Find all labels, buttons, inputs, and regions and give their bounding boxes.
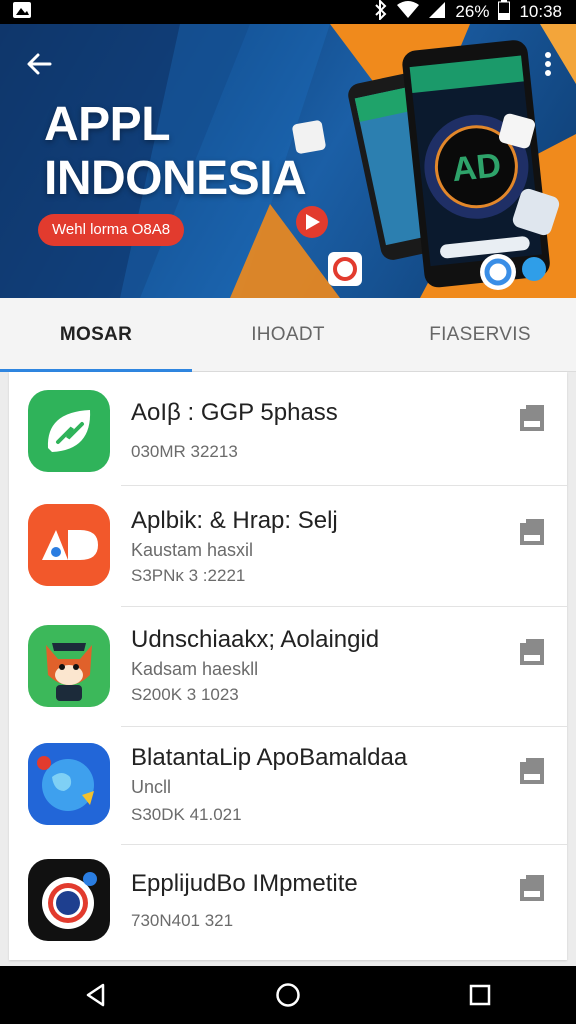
app-meta: 030MR 32213 [131, 442, 238, 461]
hero-title: APPL INDONESIA [44, 98, 307, 206]
more-options-button[interactable] [536, 48, 560, 80]
more-vert-icon [545, 52, 551, 76]
bluetooth-icon [374, 0, 388, 25]
status-bar: 26% 10:38 [0, 0, 576, 24]
battery-percent: 26% [455, 2, 490, 21]
tab-mosar[interactable]: MOSAR [0, 298, 192, 372]
app-subtitle: Kadsam haeskll [131, 659, 259, 679]
gallery-icon [12, 1, 32, 24]
list-item[interactable]: Udnschiaakx; Aolaingid Kadsam haeskll S2… [9, 607, 567, 726]
ad-logo-icon [28, 504, 110, 586]
bookmark-icon [520, 758, 544, 784]
hero-title-line2: INDONESIA [44, 152, 307, 205]
app-subtitle: Uncll [131, 777, 172, 797]
hero-banner: APPL INDONESIA Wehl lorma O8A8 AD [0, 24, 576, 298]
hero-title-line1: APPL [44, 98, 171, 151]
bookmark-icon [520, 405, 544, 431]
phone-logo-text: AD [450, 146, 503, 189]
nav-recents-button[interactable] [450, 966, 510, 1024]
recents-square-icon [469, 984, 491, 1006]
bookmark-icon [520, 875, 544, 901]
app-name: Aplbik: & Hrap: Selj [131, 507, 338, 534]
tab-ihoadt[interactable]: IHOADT [192, 298, 384, 371]
save-button[interactable] [517, 403, 547, 433]
save-button[interactable] [517, 873, 547, 903]
system-nav-bar [0, 966, 576, 1024]
save-button[interactable] [517, 756, 547, 786]
signal-icon [428, 1, 446, 24]
app-meta: S3ΡΝκ 3 :2221 [131, 566, 246, 585]
globe-icon [28, 743, 110, 825]
app-subtitle: Kaustam hasxil [131, 540, 254, 560]
battery-icon [498, 0, 511, 25]
save-button[interactable] [517, 637, 547, 667]
green-leaf-icon [28, 390, 110, 472]
app-name: BlatantaLip ApoBamaldaa [131, 744, 408, 771]
back-button[interactable] [22, 46, 58, 82]
save-button[interactable] [517, 517, 547, 547]
fox-mascot-icon [28, 625, 110, 707]
nav-back-button[interactable] [66, 966, 126, 1024]
phone-illustration: AD [292, 40, 560, 290]
tab-bar: MOSAR IHOADT FIASERVIS [0, 298, 576, 372]
app-meta: S200K 3 1023 [131, 685, 239, 704]
app-meta: 730Ν401 321 [131, 911, 234, 930]
home-circle-icon [276, 983, 300, 1007]
bookmark-icon [520, 639, 544, 665]
tab-fiaservis[interactable]: FIASERVIS [384, 298, 576, 371]
app-list: AoIβ : GGP 5phass 030MR 32213 Aplbik: & … [9, 372, 567, 960]
status-time: 10:38 [519, 2, 562, 21]
app-name: Udnschiaakx; Aolaingid [131, 626, 380, 653]
camera-lens-icon [28, 859, 110, 941]
nav-home-button[interactable] [258, 966, 318, 1024]
list-item[interactable]: AoIβ : GGP 5phass 030MR 32213 [9, 372, 567, 485]
back-triangle-icon [86, 983, 105, 1007]
bookmark-icon [520, 519, 544, 545]
app-name: AoIβ : GGP 5phass [131, 399, 338, 426]
app-meta: S30DK 41.021 [131, 805, 242, 824]
app-name: EpplijudBo IMpmetite [131, 870, 358, 897]
arrow-left-icon [27, 53, 52, 75]
hero-promo-pill[interactable]: Wehl lorma O8A8 [38, 214, 185, 246]
list-item[interactable]: EpplijudBo IMpmetite 730Ν401 321 [9, 845, 567, 960]
wifi-icon [397, 0, 420, 24]
list-item[interactable]: Aplbik: & Hrap: Selj Kaustam hasxil S3ΡΝ… [9, 486, 567, 606]
list-item[interactable]: BlatantaLip ApoBamaldaa Uncll S30DK 41.0… [9, 727, 567, 844]
